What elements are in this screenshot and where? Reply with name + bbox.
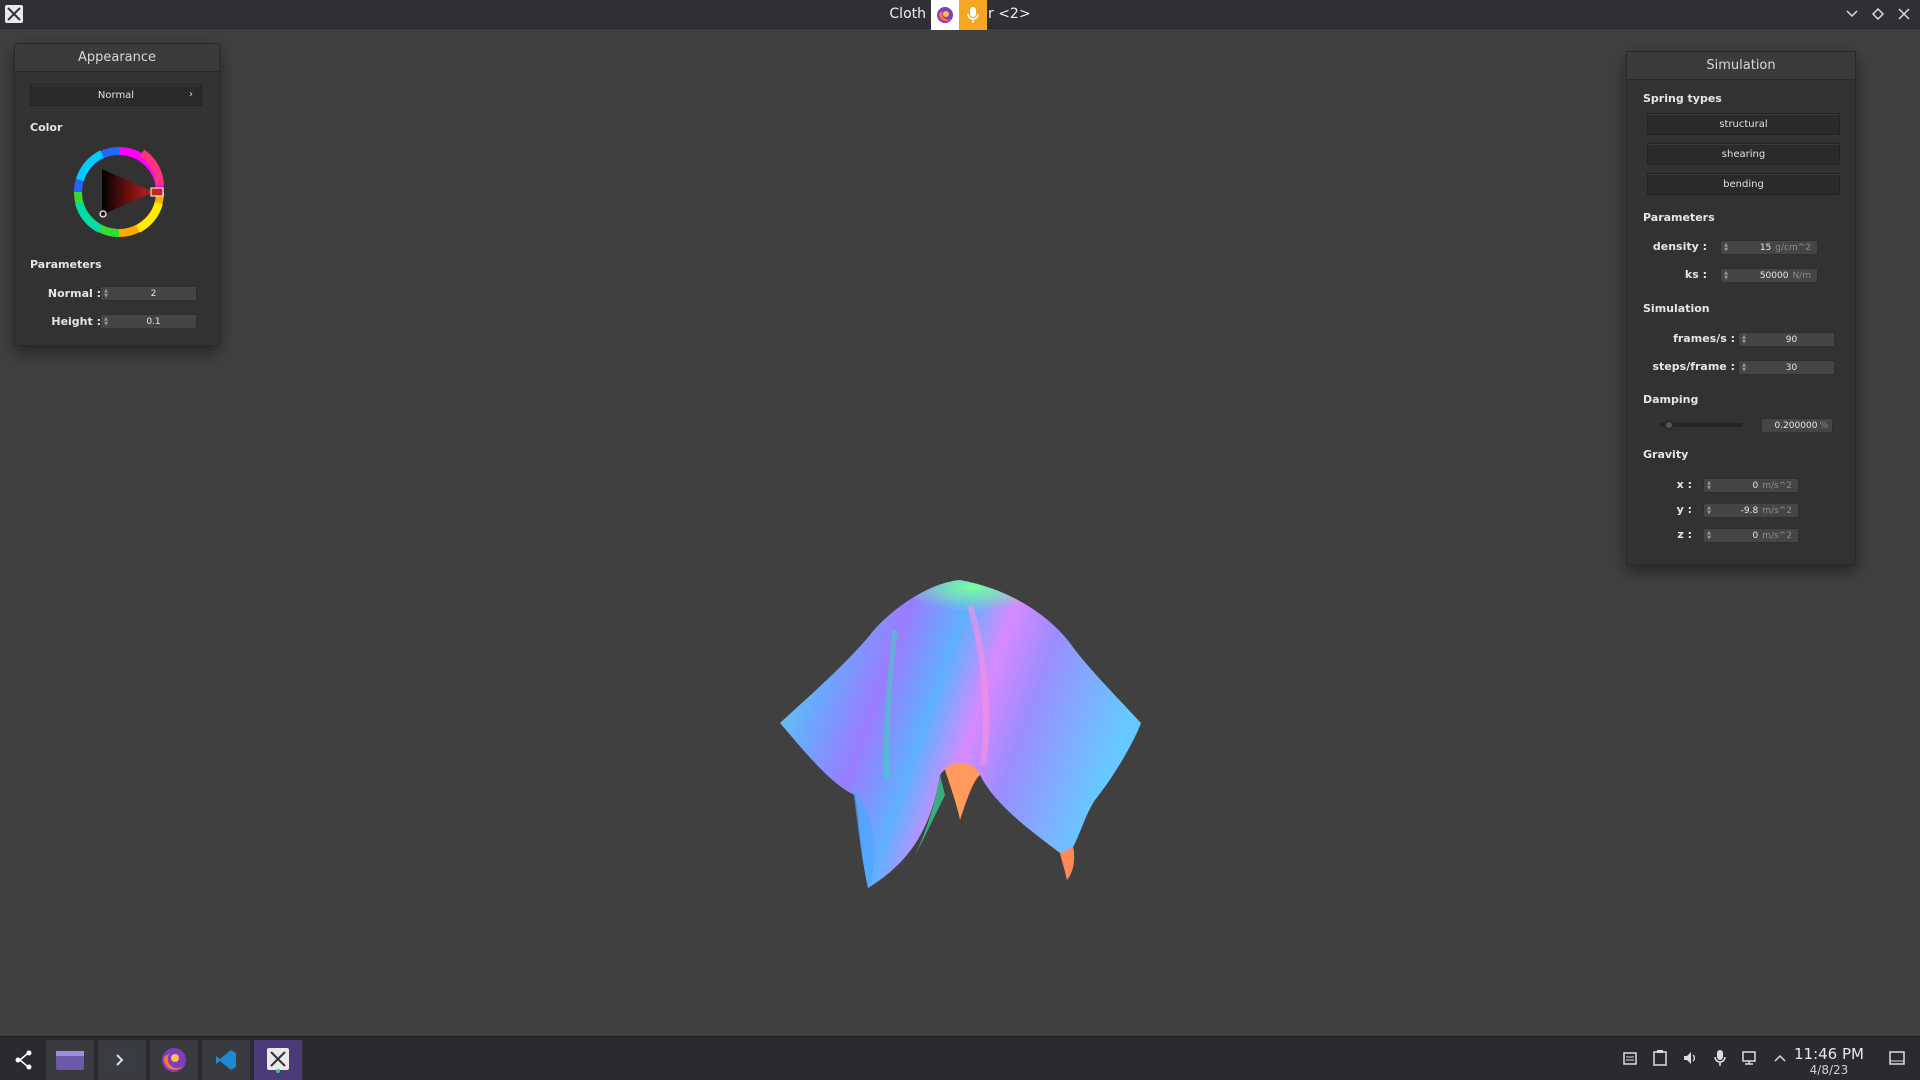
spin-arrows-icon[interactable]: ▲ ▼ xyxy=(1704,479,1714,492)
frames-input[interactable]: ▲ ▼ 90 xyxy=(1738,332,1835,347)
clock-time: 11:46 PM xyxy=(1794,1045,1864,1063)
notes-icon[interactable] xyxy=(1650,1047,1670,1069)
gravity-z-input[interactable]: ▲ ▼ 0 m/s^2 xyxy=(1703,528,1799,543)
shearing-label: shearing xyxy=(1721,148,1766,160)
structural-spring-button[interactable]: structural xyxy=(1647,113,1840,135)
density-unit: g/cm^2 xyxy=(1775,242,1811,253)
window-title-right: r <2> xyxy=(988,6,1031,22)
window-title-left: Cloth xyxy=(889,6,926,22)
bending-label: bending xyxy=(1723,178,1764,190)
density-value: 15 xyxy=(1759,242,1772,253)
ks-unit: N/m xyxy=(1792,270,1811,281)
normal-param-value: 2 xyxy=(150,288,157,299)
volume-icon[interactable] xyxy=(1680,1047,1700,1069)
frames-value: 90 xyxy=(1785,334,1798,345)
clock-date: 4/8/23 xyxy=(1809,1063,1849,1077)
color-section-label: Color xyxy=(30,121,63,134)
damping-value: 0.200000 xyxy=(1774,420,1818,431)
steps-value: 30 xyxy=(1785,362,1798,373)
structural-label: structural xyxy=(1719,118,1768,130)
color-wheel[interactable] xyxy=(72,145,166,239)
microphone-icon[interactable] xyxy=(959,0,987,30)
density-label: density : xyxy=(1652,240,1707,253)
network-icon[interactable] xyxy=(1740,1047,1760,1069)
normal-param-input[interactable]: ▲ ▼ 2 xyxy=(100,286,197,301)
damping-slider-handle[interactable] xyxy=(1663,420,1674,430)
cloth-mesh-render[interactable] xyxy=(775,575,1145,895)
gravity-y-value: -9.8 xyxy=(1740,505,1759,516)
damping-label: Damping xyxy=(1643,393,1699,406)
launcher-icon[interactable] xyxy=(0,1040,48,1080)
ks-input[interactable]: ▲ ▼ 50000 N/m xyxy=(1720,268,1818,283)
microphone-icon[interactable] xyxy=(1710,1047,1730,1069)
diamond-icon[interactable] xyxy=(1870,4,1886,24)
bending-spring-button[interactable]: bending xyxy=(1647,173,1840,195)
gravity-y-label: y : xyxy=(1676,503,1692,516)
gravity-x-input[interactable]: ▲ ▼ 0 m/s^2 xyxy=(1703,478,1799,493)
gravity-z-value: 0 xyxy=(1752,530,1759,541)
ks-value: 50000 xyxy=(1759,270,1789,281)
terminal-icon[interactable] xyxy=(98,1040,146,1080)
height-param-label: Height : xyxy=(51,315,101,328)
spin-arrows-icon[interactable]: ▲ ▼ xyxy=(1704,504,1714,517)
chevron-down-icon[interactable] xyxy=(1844,4,1860,24)
ks-label: ks : xyxy=(1684,268,1707,281)
file-manager-icon[interactable] xyxy=(46,1040,94,1080)
vscode-icon[interactable] xyxy=(202,1040,250,1080)
appearance-params-label: Parameters xyxy=(30,258,102,271)
appearance-header: Appearance xyxy=(15,44,219,72)
gravity-label: Gravity xyxy=(1643,448,1689,461)
height-param-value: 0.1 xyxy=(146,316,161,327)
screen-share-indicator[interactable] xyxy=(931,0,987,30)
steps-label: steps/frame : xyxy=(1652,360,1736,373)
gravity-x-value: 0 xyxy=(1752,480,1759,491)
damping-input[interactable]: 0.200000 % xyxy=(1761,418,1833,433)
chevron-right-icon: › xyxy=(189,89,193,100)
height-param-input[interactable]: ▲ ▼ 0.1 xyxy=(100,314,197,329)
clipboard-icon[interactable] xyxy=(1620,1047,1640,1069)
window-titlebar: Cloth r <2> xyxy=(0,0,1920,30)
damping-unit: % xyxy=(1819,420,1828,431)
sim-section-label: Simulation xyxy=(1643,302,1710,315)
normal-param-label: Normal : xyxy=(47,287,101,300)
spring-types-label: Spring types xyxy=(1643,92,1722,105)
close-icon[interactable] xyxy=(1896,4,1912,24)
density-input[interactable]: ▲ ▼ 15 g/cm^2 xyxy=(1720,240,1818,255)
appearance-mode-button[interactable]: Normal › xyxy=(30,84,202,106)
simulation-panel: Simulation Spring types structural shear… xyxy=(1626,51,1856,565)
gravity-y-unit: m/s^2 xyxy=(1762,505,1792,516)
steps-input[interactable]: ▲ ▼ 30 xyxy=(1738,360,1835,375)
shearing-spring-button[interactable]: shearing xyxy=(1647,143,1840,165)
sim-params-label: Parameters xyxy=(1643,211,1715,224)
gravity-z-label: z : xyxy=(1677,528,1692,541)
expand-tray-icon[interactable] xyxy=(1770,1047,1790,1069)
clock[interactable]: 11:46 PM 4/8/23 xyxy=(1794,1045,1864,1077)
show-desktop-icon[interactable] xyxy=(1888,1049,1906,1069)
frames-label: frames/s : xyxy=(1673,332,1735,345)
gravity-y-input[interactable]: ▲ ▼ -9.8 m/s^2 xyxy=(1703,503,1799,518)
appearance-mode-label: Normal xyxy=(97,89,135,101)
cloth-app-icon[interactable] xyxy=(254,1040,302,1080)
spin-arrows-icon[interactable]: ▲ ▼ xyxy=(1721,269,1731,282)
system-tray xyxy=(1620,1047,1790,1069)
spin-arrows-icon[interactable]: ▲ ▼ xyxy=(1704,529,1714,542)
spin-arrows-icon[interactable]: ▲ ▼ xyxy=(1721,241,1731,254)
spin-arrows-icon[interactable]: ▲ ▼ xyxy=(1739,333,1749,346)
appearance-panel: Appearance Normal › Color Parameters Nor… xyxy=(14,43,220,346)
firefox-icon[interactable] xyxy=(150,1040,198,1080)
simulation-header: Simulation xyxy=(1627,52,1855,80)
taskbar: 11:46 PM 4/8/23 xyxy=(0,1036,1920,1080)
firefox-icon[interactable] xyxy=(931,0,959,30)
gravity-x-label: x : xyxy=(1676,478,1692,491)
spin-arrows-icon[interactable]: ▲ ▼ xyxy=(1739,361,1749,374)
spin-arrows-icon[interactable]: ▲ ▼ xyxy=(101,315,111,328)
gravity-x-unit: m/s^2 xyxy=(1762,480,1792,491)
gravity-z-unit: m/s^2 xyxy=(1762,530,1792,541)
spin-arrows-icon[interactable]: ▲ ▼ xyxy=(101,287,111,300)
